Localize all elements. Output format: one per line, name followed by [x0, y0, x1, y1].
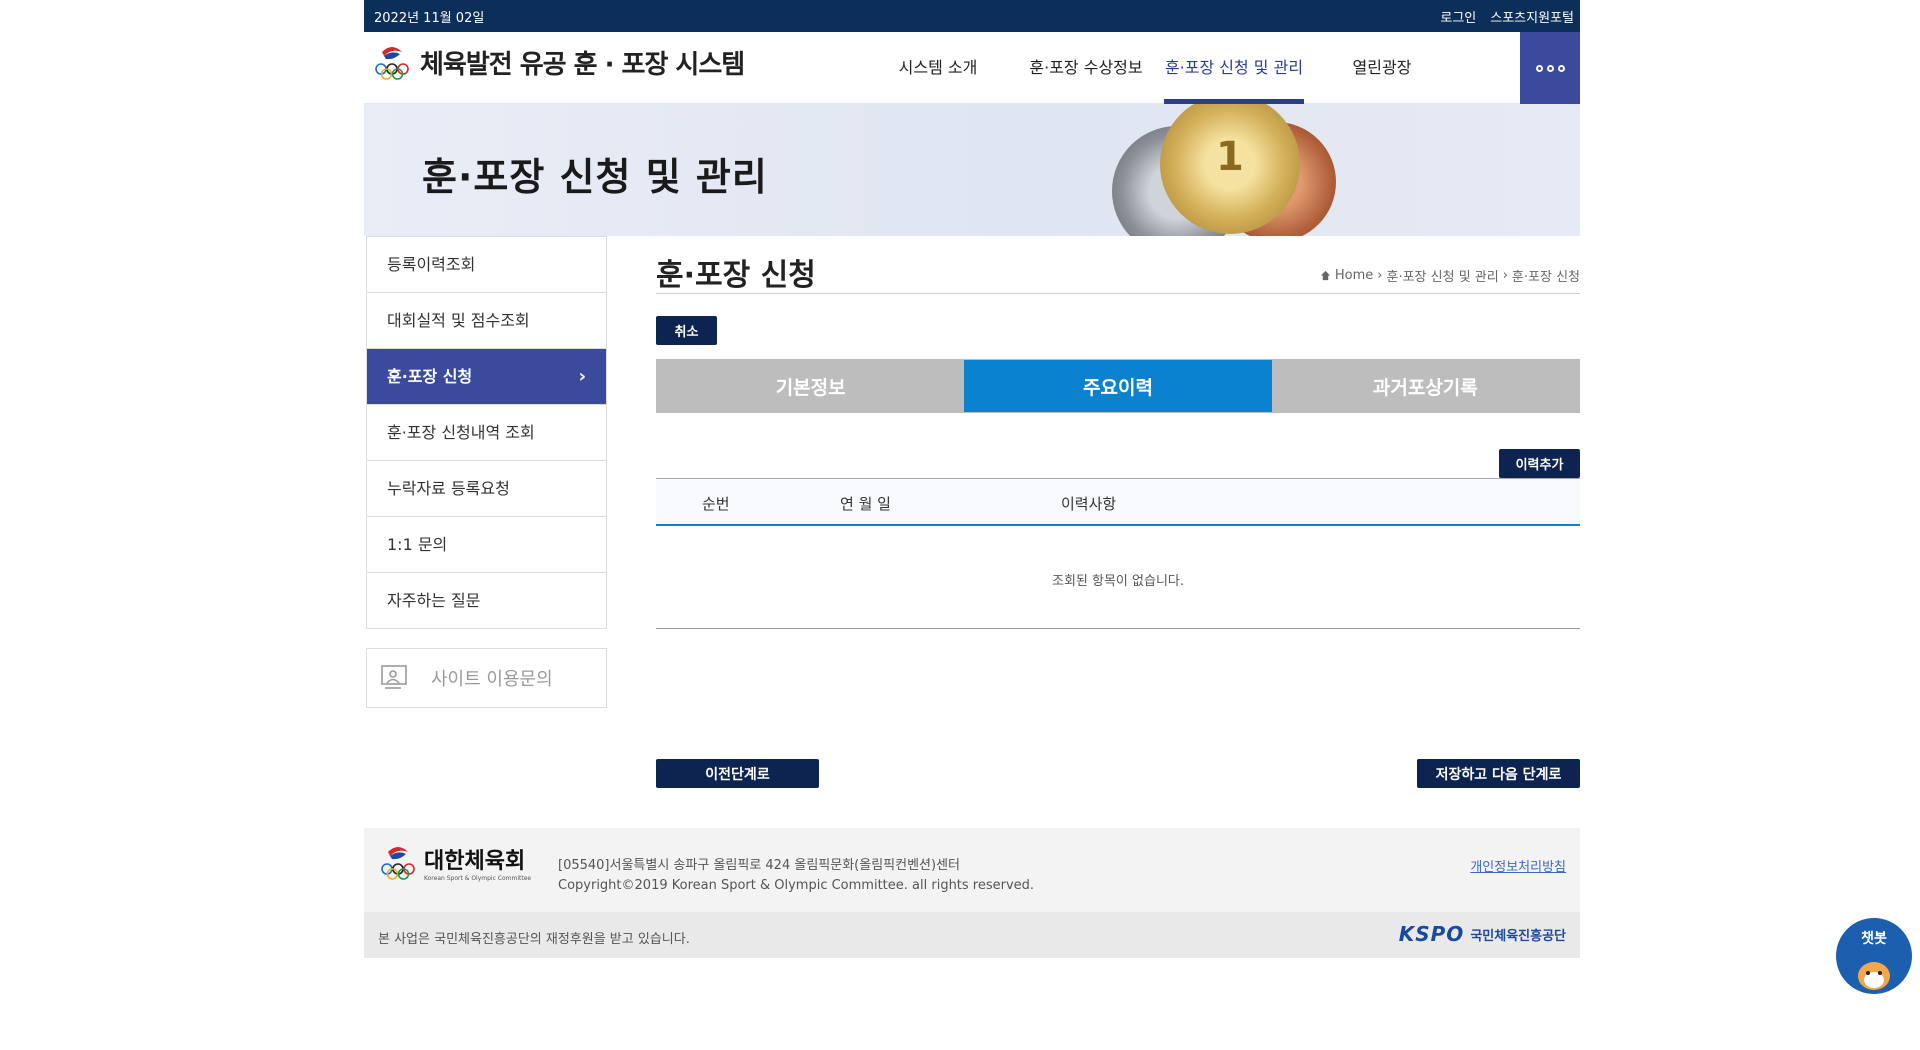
table-bottom-line [656, 628, 1580, 629]
current-date: 2022년 11월 02일 [374, 11, 485, 26]
page-title: 훈·포장 신청 [656, 258, 816, 293]
olympic-logo-icon [381, 847, 415, 880]
breadcrumb-home[interactable]: Home [1335, 268, 1373, 283]
login-link[interactable]: 로그인 [1440, 7, 1476, 26]
nav-award-apply-manage[interactable]: 훈·포장 신청 및 관리 [1160, 32, 1308, 104]
chevron-right-icon: › [1502, 268, 1508, 283]
more-menu-button[interactable] [1520, 32, 1580, 104]
column-header-number: 순번 [702, 495, 730, 513]
site-title: 체육발전 유공 훈 · 포장 시스템 [420, 49, 745, 80]
tab-main-history[interactable]: 주요이력 [964, 360, 1272, 412]
side-item-competition-results[interactable]: 대회실적 및 점수조회 [367, 292, 606, 348]
header: 체육발전 유공 훈 · 포장 시스템 시스템 소개 훈·포장 수상정보 훈·포장… [364, 32, 1580, 104]
main-nav: 시스템 소개 훈·포장 수상정보 훈·포장 신청 및 관리 열린광장 [864, 32, 1456, 104]
nav-award-info[interactable]: 훈·포장 수상정보 [1012, 32, 1160, 104]
footer-logo: 대한체육회 Korean Sport & Olympic Committee [378, 842, 531, 882]
more-dot-icon [1557, 64, 1565, 72]
olympic-logo-icon [375, 47, 409, 80]
footer-org-sub: Korean Sport & Olympic Committee [424, 874, 532, 882]
title-divider [656, 293, 1580, 294]
site-inquiry-button[interactable]: 사이트 이용문의 [366, 648, 607, 708]
sub-banner: 훈·포장 신청 및 관리 1 [364, 104, 1580, 236]
side-item-one-to-one[interactable]: 1:1 문의 [367, 516, 606, 572]
more-dot-icon [1546, 64, 1554, 72]
breadcrumb-current: 훈·포장 신청 [1511, 270, 1580, 285]
privacy-policy-link[interactable]: 개인정보처리방침 [1470, 856, 1566, 875]
side-item-award-apply[interactable]: 훈·포장 신청 [367, 348, 606, 405]
footer-address-block: [05540]서울특별시 송파구 올림픽로 424 올림픽문화(올림픽컨벤션)센… [558, 856, 1034, 896]
side-item-registration-history[interactable]: 등록이력조회 [367, 236, 606, 292]
nav-system-intro[interactable]: 시스템 소개 [864, 32, 1012, 104]
footer-support-text: 본 사업은 국민체육진흥공단의 재정후원을 받고 있습니다. [378, 932, 690, 947]
empty-table-message: 조회된 항목이 없습니다. [1052, 574, 1184, 589]
kspo-mark: KSPO [1398, 922, 1465, 946]
chevron-right-icon: › [1377, 268, 1383, 283]
column-header-history: 이력사항 [1061, 495, 1117, 513]
more-dot-icon [1535, 64, 1543, 72]
breadcrumb: Home › 훈·포장 신청 및 관리 › 훈·포장 신청 [1320, 266, 1580, 285]
banner-title: 훈·포장 신청 및 관리 [422, 155, 768, 199]
breadcrumb-level1[interactable]: 훈·포장 신청 및 관리 [1387, 266, 1499, 285]
cancel-button[interactable]: 취소 [656, 316, 717, 345]
footer-info: 대한체육회 Korean Sport & Olympic Committee [… [364, 828, 1580, 912]
chatbot-button[interactable]: 챗봇 [1836, 918, 1912, 994]
inquiry-icon [381, 665, 407, 689]
kspo-logo: KSPO 국민체육진흥공단 [1399, 922, 1566, 946]
footer-org-name: 대한체육회 [424, 848, 526, 874]
sports-portal-link[interactable]: 스포츠지원포털 [1490, 7, 1574, 26]
side-item-missing-data-request[interactable]: 누락자료 등록요청 [367, 460, 606, 516]
side-item-faq[interactable]: 자주하는 질문 [367, 572, 606, 628]
side-item-application-history[interactable]: 훈·포장 신청내역 조회 [367, 404, 606, 460]
site-logo[interactable]: 체육발전 유공 훈 · 포장 시스템 [372, 42, 745, 82]
top-bar: 2022년 11월 02일 로그인 스포츠지원포털 [364, 0, 1580, 32]
footer-copyright: Copyright©2019 Korean Sport & Olympic Co… [558, 878, 1035, 893]
tab-basic-info[interactable]: 기본정보 [657, 360, 965, 412]
step-tabs: 기본정보 주요이력 과거포상기록 [656, 359, 1580, 413]
kspo-name: 국민체육진흥공단 [1470, 928, 1566, 944]
inquiry-label: 사이트 이용문의 [431, 669, 553, 690]
save-next-step-button[interactable]: 저장하고 다음 단계로 [1417, 759, 1580, 788]
footer-sponsor: 본 사업은 국민체육진흥공단의 재정후원을 받고 있습니다. KSPO 국민체육… [364, 912, 1580, 958]
side-nav: 등록이력조회 대회실적 및 점수조회 훈·포장 신청 훈·포장 신청내역 조회 … [366, 236, 607, 629]
tab-past-awards[interactable]: 과거포상기록 [1271, 360, 1579, 412]
column-header-date: 연 월 일 [840, 495, 891, 513]
nav-open-square[interactable]: 열린광장 [1308, 32, 1456, 104]
chatbot-mascot-icon [1858, 962, 1890, 990]
home-icon [1320, 270, 1330, 281]
add-history-button[interactable]: 이력추가 [1499, 449, 1580, 478]
history-table-header: 순번 연 월 일 이력사항 [656, 478, 1580, 526]
footer-address: [05540]서울특별시 송파구 올림픽로 424 올림픽문화(올림픽컨벤션)센… [558, 858, 960, 873]
previous-step-button[interactable]: 이전단계로 [656, 759, 819, 788]
top-links: 로그인 스포츠지원포털 [1440, 7, 1574, 26]
